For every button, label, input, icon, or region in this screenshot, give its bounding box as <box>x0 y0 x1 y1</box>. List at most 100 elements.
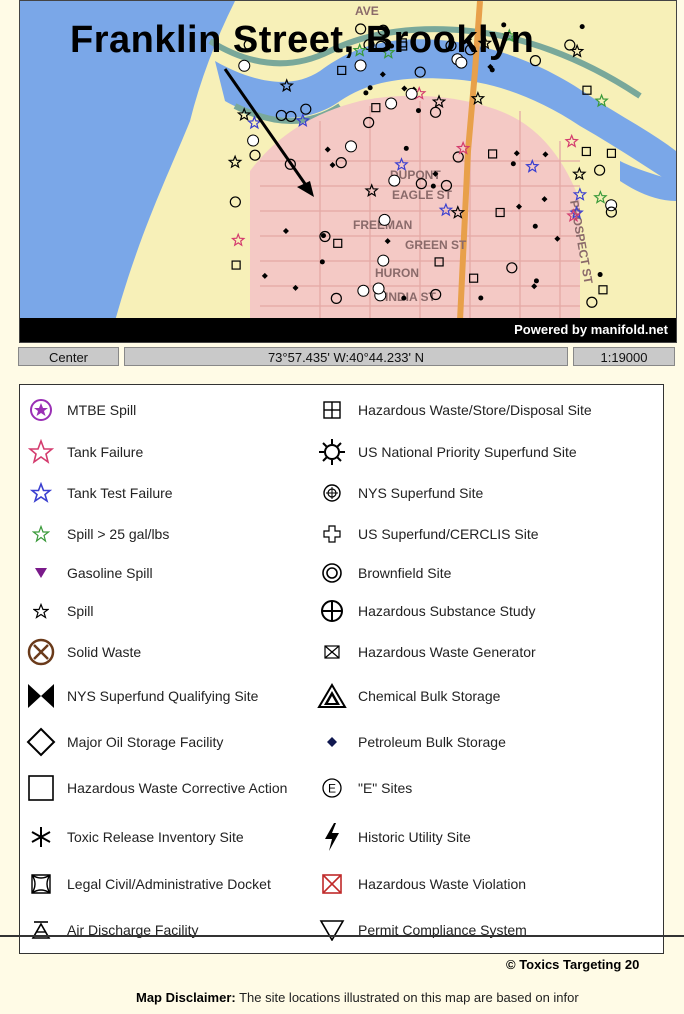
legend-item: NYS Superfund Qualifying Site <box>21 681 258 711</box>
legend-label: Hazardous Substance Study <box>358 603 536 619</box>
legend-item: Chemical Bulk Storage <box>312 681 500 711</box>
powered-by-label: Powered by manifold.net <box>20 318 676 342</box>
site-marker[interactable] <box>489 67 495 73</box>
toxic-release-icon <box>21 822 61 852</box>
site-marker[interactable] <box>401 295 407 301</box>
legend-item: Air Discharge Facility <box>21 915 198 945</box>
site-marker[interactable] <box>415 108 421 114</box>
legend-item: Spill <box>21 596 93 626</box>
legend-item: NYS Superfund Site <box>312 478 483 508</box>
site-marker[interactable] <box>430 183 436 189</box>
legend-label: MTBE Spill <box>67 402 137 418</box>
legend-item: MTBE Spill <box>21 395 136 425</box>
site-marker[interactable] <box>532 223 538 229</box>
site-marker[interactable] <box>388 174 401 187</box>
legend-label: Hazardous Waste/Store/Disposal Site <box>358 402 592 418</box>
legend-label: US National Priority Superfund Site <box>358 444 577 460</box>
map-view[interactable]: AVE DUPONT EAGLE ST FREEMAN GREEN ST HUR… <box>19 0 677 343</box>
historic-utility-icon <box>312 822 352 852</box>
us-national-priority-superfund-icon <box>312 437 352 467</box>
svg-text:E: E <box>328 782 336 796</box>
copyright-text: © Toxics Targeting 20 <box>506 957 640 972</box>
hazardous-waste-corrective-icon <box>21 773 61 803</box>
legend-label: Gasoline Spill <box>67 565 153 581</box>
air-discharge-icon <box>21 915 61 945</box>
legend-label: Hazardous Waste Violation <box>358 876 527 892</box>
map-title: Franklin Street, Brooklyn <box>70 19 535 61</box>
legend-label: Toxic Release Inventory Site <box>67 829 244 845</box>
site-marker[interactable] <box>247 134 260 147</box>
site-marker[interactable] <box>597 272 603 278</box>
map-legend: MTBE Spill Tank Failure Tank Test Failur… <box>19 384 664 954</box>
legend-item: Gasoline Spill <box>21 558 153 588</box>
disclaimer-text: The site locations illustrated on this m… <box>235 990 579 1005</box>
legend-label: Solid Waste <box>67 644 142 660</box>
footer-divider <box>0 935 684 937</box>
legend-label: Chemical Bulk Storage <box>358 688 501 704</box>
legend-item: Toxic Release Inventory Site <box>21 822 244 852</box>
site-marker[interactable] <box>405 87 418 100</box>
site-marker[interactable] <box>385 97 398 110</box>
legend-item: Hazardous Waste Generator <box>312 637 536 667</box>
legend-label: Spill <box>67 603 94 619</box>
gasoline-spill-icon <box>21 558 61 588</box>
legend-item: Tank Test Failure <box>21 478 173 508</box>
site-marker[interactable] <box>357 284 370 297</box>
center-button[interactable]: Center <box>18 347 119 366</box>
street-label: AVE <box>355 4 379 18</box>
legend-label: NYS Superfund Qualifying Site <box>67 688 259 704</box>
us-superfund-cerclis-icon <box>312 519 352 549</box>
site-marker[interactable] <box>344 140 357 153</box>
legend-label: Tank Failure <box>67 444 144 460</box>
disclaimer-label: Map Disclaimer: <box>136 990 236 1005</box>
hazardous-waste-generator-icon <box>312 637 352 667</box>
hazardous-waste-violation-icon <box>312 869 352 899</box>
legend-label: Major Oil Storage Facility <box>67 734 224 750</box>
legend-label: "E" Sites <box>358 780 413 796</box>
site-marker[interactable] <box>377 254 390 267</box>
site-marker[interactable] <box>320 233 326 239</box>
legend-item: Solid Waste <box>21 637 141 667</box>
street-label: HURON <box>375 266 419 280</box>
legend-item: Major Oil Storage Facility <box>21 727 223 757</box>
nys-superfund-qualifying-icon <box>21 681 61 711</box>
legend-item: Brownfield Site <box>312 558 451 588</box>
legal-docket-icon <box>21 869 61 899</box>
site-marker[interactable] <box>378 213 391 226</box>
major-oil-storage-icon <box>21 727 61 757</box>
site-marker[interactable] <box>403 145 409 151</box>
brownfield-icon <box>312 558 352 588</box>
spill-over-25-icon <box>21 519 61 549</box>
legend-item: Hazardous Waste Corrective Action <box>21 773 287 803</box>
legend-label: Tank Test Failure <box>67 485 173 501</box>
legend-label: Petroleum Bulk Storage <box>358 734 506 750</box>
site-marker[interactable] <box>478 295 484 301</box>
site-marker[interactable] <box>579 24 585 30</box>
legend-item: Hazardous Waste/Store/Disposal Site <box>312 395 592 425</box>
legend-item: Hazardous Waste Violation <box>312 869 526 899</box>
map-disclaimer: Map Disclaimer: The site locations illus… <box>136 990 579 1005</box>
site-marker[interactable] <box>533 278 539 284</box>
legend-label: Hazardous Waste Generator <box>358 644 536 660</box>
site-marker[interactable] <box>372 282 385 295</box>
legend-item: US Superfund/CERCLIS Site <box>312 519 539 549</box>
hazardous-substance-study-icon <box>312 596 352 626</box>
tank-test-failure-icon <box>21 478 61 508</box>
legend-item: Historic Utility Site <box>312 822 471 852</box>
legend-item: Legal Civil/Administrative Docket <box>21 869 271 899</box>
legend-item: Tank Failure <box>21 437 143 467</box>
e-sites-icon: E <box>312 773 352 803</box>
tank-failure-icon <box>21 437 61 467</box>
hazardous-waste-store-icon <box>312 395 352 425</box>
site-marker[interactable] <box>510 161 516 167</box>
coordinates-readout: 73°57.435' W:40°44.233' N <box>124 347 568 366</box>
legend-label: Brownfield Site <box>358 565 452 581</box>
solid-waste-icon <box>21 637 61 667</box>
site-marker[interactable] <box>363 90 369 96</box>
legend-item: Permit Compliance System <box>312 915 527 945</box>
site-marker[interactable] <box>319 259 325 265</box>
site-marker[interactable] <box>367 85 373 91</box>
permit-compliance-icon <box>312 915 352 945</box>
chemical-bulk-storage-icon <box>312 681 352 711</box>
legend-item: Petroleum Bulk Storage <box>312 727 506 757</box>
